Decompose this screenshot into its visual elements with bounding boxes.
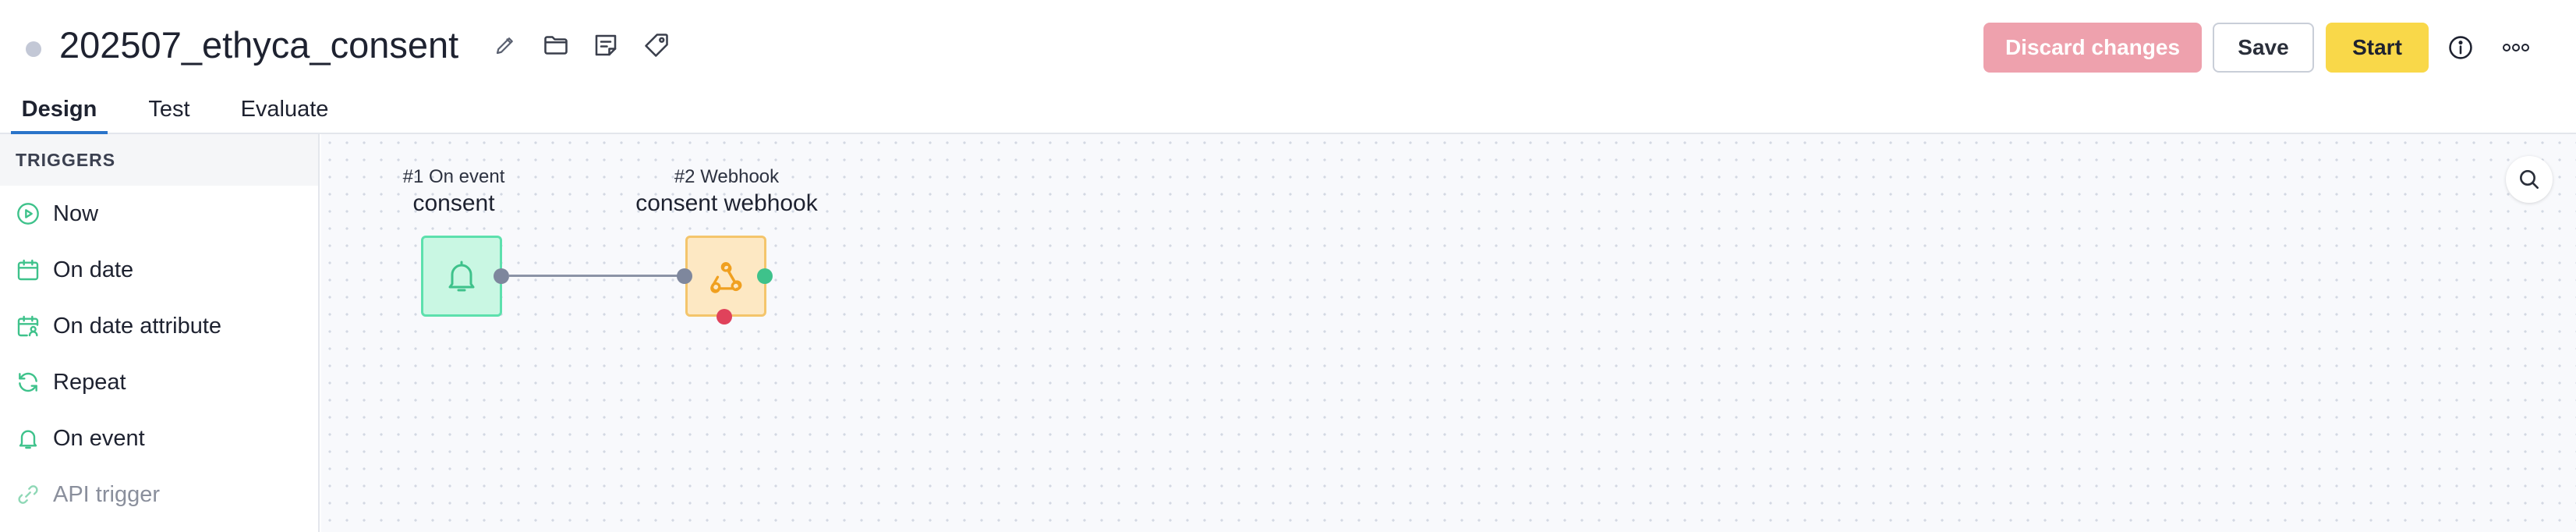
journey-title: 202507_ethyca_consent bbox=[59, 24, 459, 66]
trigger-on-date-attribute[interactable]: On date attribute bbox=[0, 302, 318, 350]
input-port[interactable] bbox=[677, 268, 692, 284]
more-icon[interactable] bbox=[2500, 32, 2532, 63]
status-indicator bbox=[26, 41, 41, 57]
trigger-label: On date attribute bbox=[53, 313, 222, 339]
discard-changes-button[interactable]: Discard changes bbox=[1983, 23, 2202, 73]
trigger-label: On event bbox=[53, 425, 145, 451]
trigger-label: API trigger bbox=[53, 481, 160, 507]
connector-line[interactable] bbox=[508, 275, 685, 277]
repeat-icon bbox=[14, 368, 42, 396]
calendar-user-icon bbox=[14, 312, 42, 340]
webhook-icon bbox=[704, 254, 748, 298]
node-step-label: #2 Webhook bbox=[674, 166, 780, 187]
start-button[interactable]: Start bbox=[2326, 23, 2429, 73]
tab-test[interactable]: Test bbox=[139, 92, 200, 134]
bell-icon bbox=[443, 257, 480, 295]
on-event-node[interactable] bbox=[421, 236, 502, 317]
search-icon bbox=[2517, 167, 2542, 192]
tab-evaluate[interactable]: Evaluate bbox=[234, 92, 335, 134]
info-icon[interactable] bbox=[2445, 32, 2476, 63]
folder-icon[interactable] bbox=[540, 30, 571, 61]
node-name-label: consent webhook bbox=[635, 190, 818, 216]
node-caption: #2 Webhook consent webhook bbox=[610, 165, 844, 218]
trigger-label: On date bbox=[53, 257, 134, 282]
save-button[interactable]: Save bbox=[2213, 23, 2314, 73]
tag-icon[interactable] bbox=[641, 30, 672, 61]
canvas-search-button[interactable] bbox=[2506, 156, 2553, 203]
trigger-on-date[interactable]: On date bbox=[0, 246, 318, 294]
node-name-label: consent bbox=[412, 190, 495, 216]
tab-bar: Design Test Evaluate bbox=[0, 87, 2576, 134]
note-icon[interactable] bbox=[590, 30, 621, 61]
success-output-port[interactable] bbox=[757, 268, 773, 284]
top-header: 202507_ethyca_consent Discard changes Sa… bbox=[0, 0, 2576, 87]
webhook-node[interactable] bbox=[685, 236, 766, 317]
bell-icon bbox=[14, 424, 42, 452]
link-icon bbox=[14, 481, 42, 509]
sidebar-section-title: TRIGGERS bbox=[0, 134, 318, 186]
play-circle-icon bbox=[14, 200, 42, 228]
node-caption: #1 On event consent bbox=[384, 165, 524, 218]
failure-output-port[interactable] bbox=[717, 309, 732, 325]
trigger-api[interactable]: API trigger bbox=[0, 470, 318, 519]
flow-canvas[interactable]: #1 On event consent #2 Webhook consent w… bbox=[321, 134, 2576, 532]
triggers-sidebar: TRIGGERS Now On date On date attribute R… bbox=[0, 134, 320, 532]
trigger-on-event[interactable]: On event bbox=[0, 414, 318, 463]
node-step-label: #1 On event bbox=[402, 166, 505, 187]
trigger-repeat[interactable]: Repeat bbox=[0, 358, 318, 406]
tab-design[interactable]: Design bbox=[11, 92, 108, 134]
trigger-label: Now bbox=[53, 200, 99, 226]
calendar-icon bbox=[14, 256, 42, 284]
output-port[interactable] bbox=[494, 268, 509, 284]
trigger-now[interactable]: Now bbox=[0, 190, 318, 238]
trigger-label: Repeat bbox=[53, 369, 126, 395]
pencil-icon[interactable] bbox=[490, 30, 521, 61]
